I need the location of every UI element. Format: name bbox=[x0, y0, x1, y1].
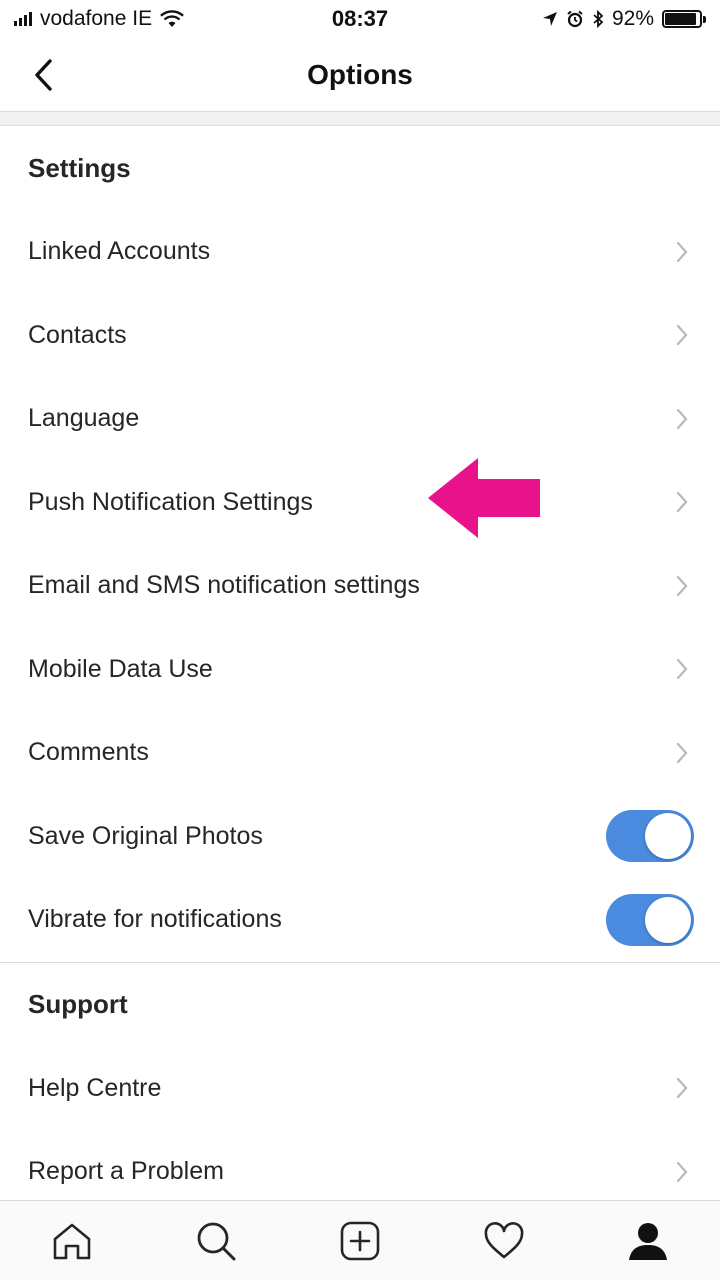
section-header-support: Support bbox=[28, 989, 128, 1019]
profile-icon bbox=[629, 1222, 667, 1260]
chevron-right-icon bbox=[672, 321, 692, 349]
row-mobile-data-use[interactable]: Mobile Data Use bbox=[0, 628, 720, 712]
search-icon bbox=[197, 1222, 236, 1260]
signal-icon bbox=[14, 12, 32, 26]
section-header-settings: Settings bbox=[28, 152, 131, 183]
tab-profile[interactable] bbox=[618, 1211, 678, 1271]
row-label: Mobile Data Use bbox=[28, 654, 213, 683]
row-vibrate-for-notifications: Vibrate for notifications bbox=[0, 878, 720, 962]
tab-activity[interactable] bbox=[474, 1211, 534, 1271]
toggle-knob bbox=[645, 813, 691, 860]
chevron-right-icon bbox=[672, 739, 692, 767]
row-contacts[interactable]: Contacts bbox=[0, 294, 720, 378]
battery-percent: 92% bbox=[611, 7, 654, 30]
row-label: Linked Accounts bbox=[28, 237, 211, 266]
chevron-right-icon bbox=[672, 572, 692, 600]
row-email-sms-notification-settings[interactable]: Email and SMS notification settings bbox=[0, 544, 720, 628]
chevron-right-icon bbox=[672, 1158, 692, 1186]
row-label: Push Notification Settings bbox=[28, 487, 313, 516]
battery-icon bbox=[662, 10, 706, 28]
row-linked-accounts[interactable]: Linked Accounts bbox=[0, 210, 720, 294]
chevron-left-icon bbox=[35, 59, 52, 91]
chevron-right-icon bbox=[672, 1074, 692, 1102]
tab-home[interactable] bbox=[42, 1211, 102, 1271]
chevron-right-icon bbox=[672, 405, 692, 433]
navigation-bar: Options bbox=[0, 38, 720, 112]
tab-bar bbox=[0, 1200, 720, 1280]
row-label: Vibrate for notifications bbox=[28, 905, 282, 934]
row-label: Contacts bbox=[28, 320, 127, 349]
row-push-notification-settings[interactable]: Push Notification Settings bbox=[0, 461, 720, 545]
annotation-arrow-icon bbox=[428, 458, 540, 538]
row-report-a-problem[interactable]: Report a Problem bbox=[0, 1130, 720, 1200]
chevron-right-icon bbox=[672, 238, 692, 266]
status-bar: vodafone IE 08:37 92% bbox=[0, 0, 720, 38]
page-title: Options bbox=[307, 58, 413, 90]
save-original-photos-toggle[interactable] bbox=[606, 810, 694, 863]
add-post-icon bbox=[340, 1221, 380, 1260]
chevron-right-icon bbox=[672, 655, 692, 683]
row-label: Comments bbox=[28, 738, 149, 767]
toggle-knob bbox=[645, 896, 691, 943]
row-save-original-photos: Save Original Photos bbox=[0, 795, 720, 879]
bluetooth-icon bbox=[593, 10, 604, 28]
row-help-centre[interactable]: Help Centre bbox=[0, 1047, 720, 1131]
vibrate-notifications-toggle[interactable] bbox=[606, 893, 694, 946]
row-comments[interactable]: Comments bbox=[0, 711, 720, 795]
location-arrow-icon bbox=[542, 12, 557, 26]
status-right: 92% bbox=[456, 7, 706, 31]
row-language[interactable]: Language bbox=[0, 377, 720, 461]
row-label: Email and SMS notification settings bbox=[28, 571, 420, 600]
header-separator bbox=[0, 112, 720, 126]
tab-search[interactable] bbox=[186, 1211, 246, 1271]
heart-icon bbox=[484, 1221, 524, 1258]
options-list: Settings Linked Accounts Contacts Langua… bbox=[0, 126, 720, 1200]
status-left: vodafone IE bbox=[14, 7, 264, 31]
row-label: Save Original Photos bbox=[28, 821, 263, 850]
row-label: Language bbox=[28, 404, 140, 433]
back-button[interactable] bbox=[22, 54, 64, 96]
tab-new-post[interactable] bbox=[330, 1211, 390, 1271]
row-label: Help Centre bbox=[28, 1073, 162, 1102]
home-icon bbox=[53, 1223, 91, 1259]
status-time: 08:37 bbox=[331, 6, 389, 31]
alarm-icon bbox=[567, 10, 583, 28]
wifi-icon bbox=[160, 10, 184, 27]
carrier-name: vodafone IE bbox=[40, 7, 153, 30]
row-label: Report a Problem bbox=[28, 1157, 224, 1186]
chevron-right-icon bbox=[672, 488, 692, 516]
